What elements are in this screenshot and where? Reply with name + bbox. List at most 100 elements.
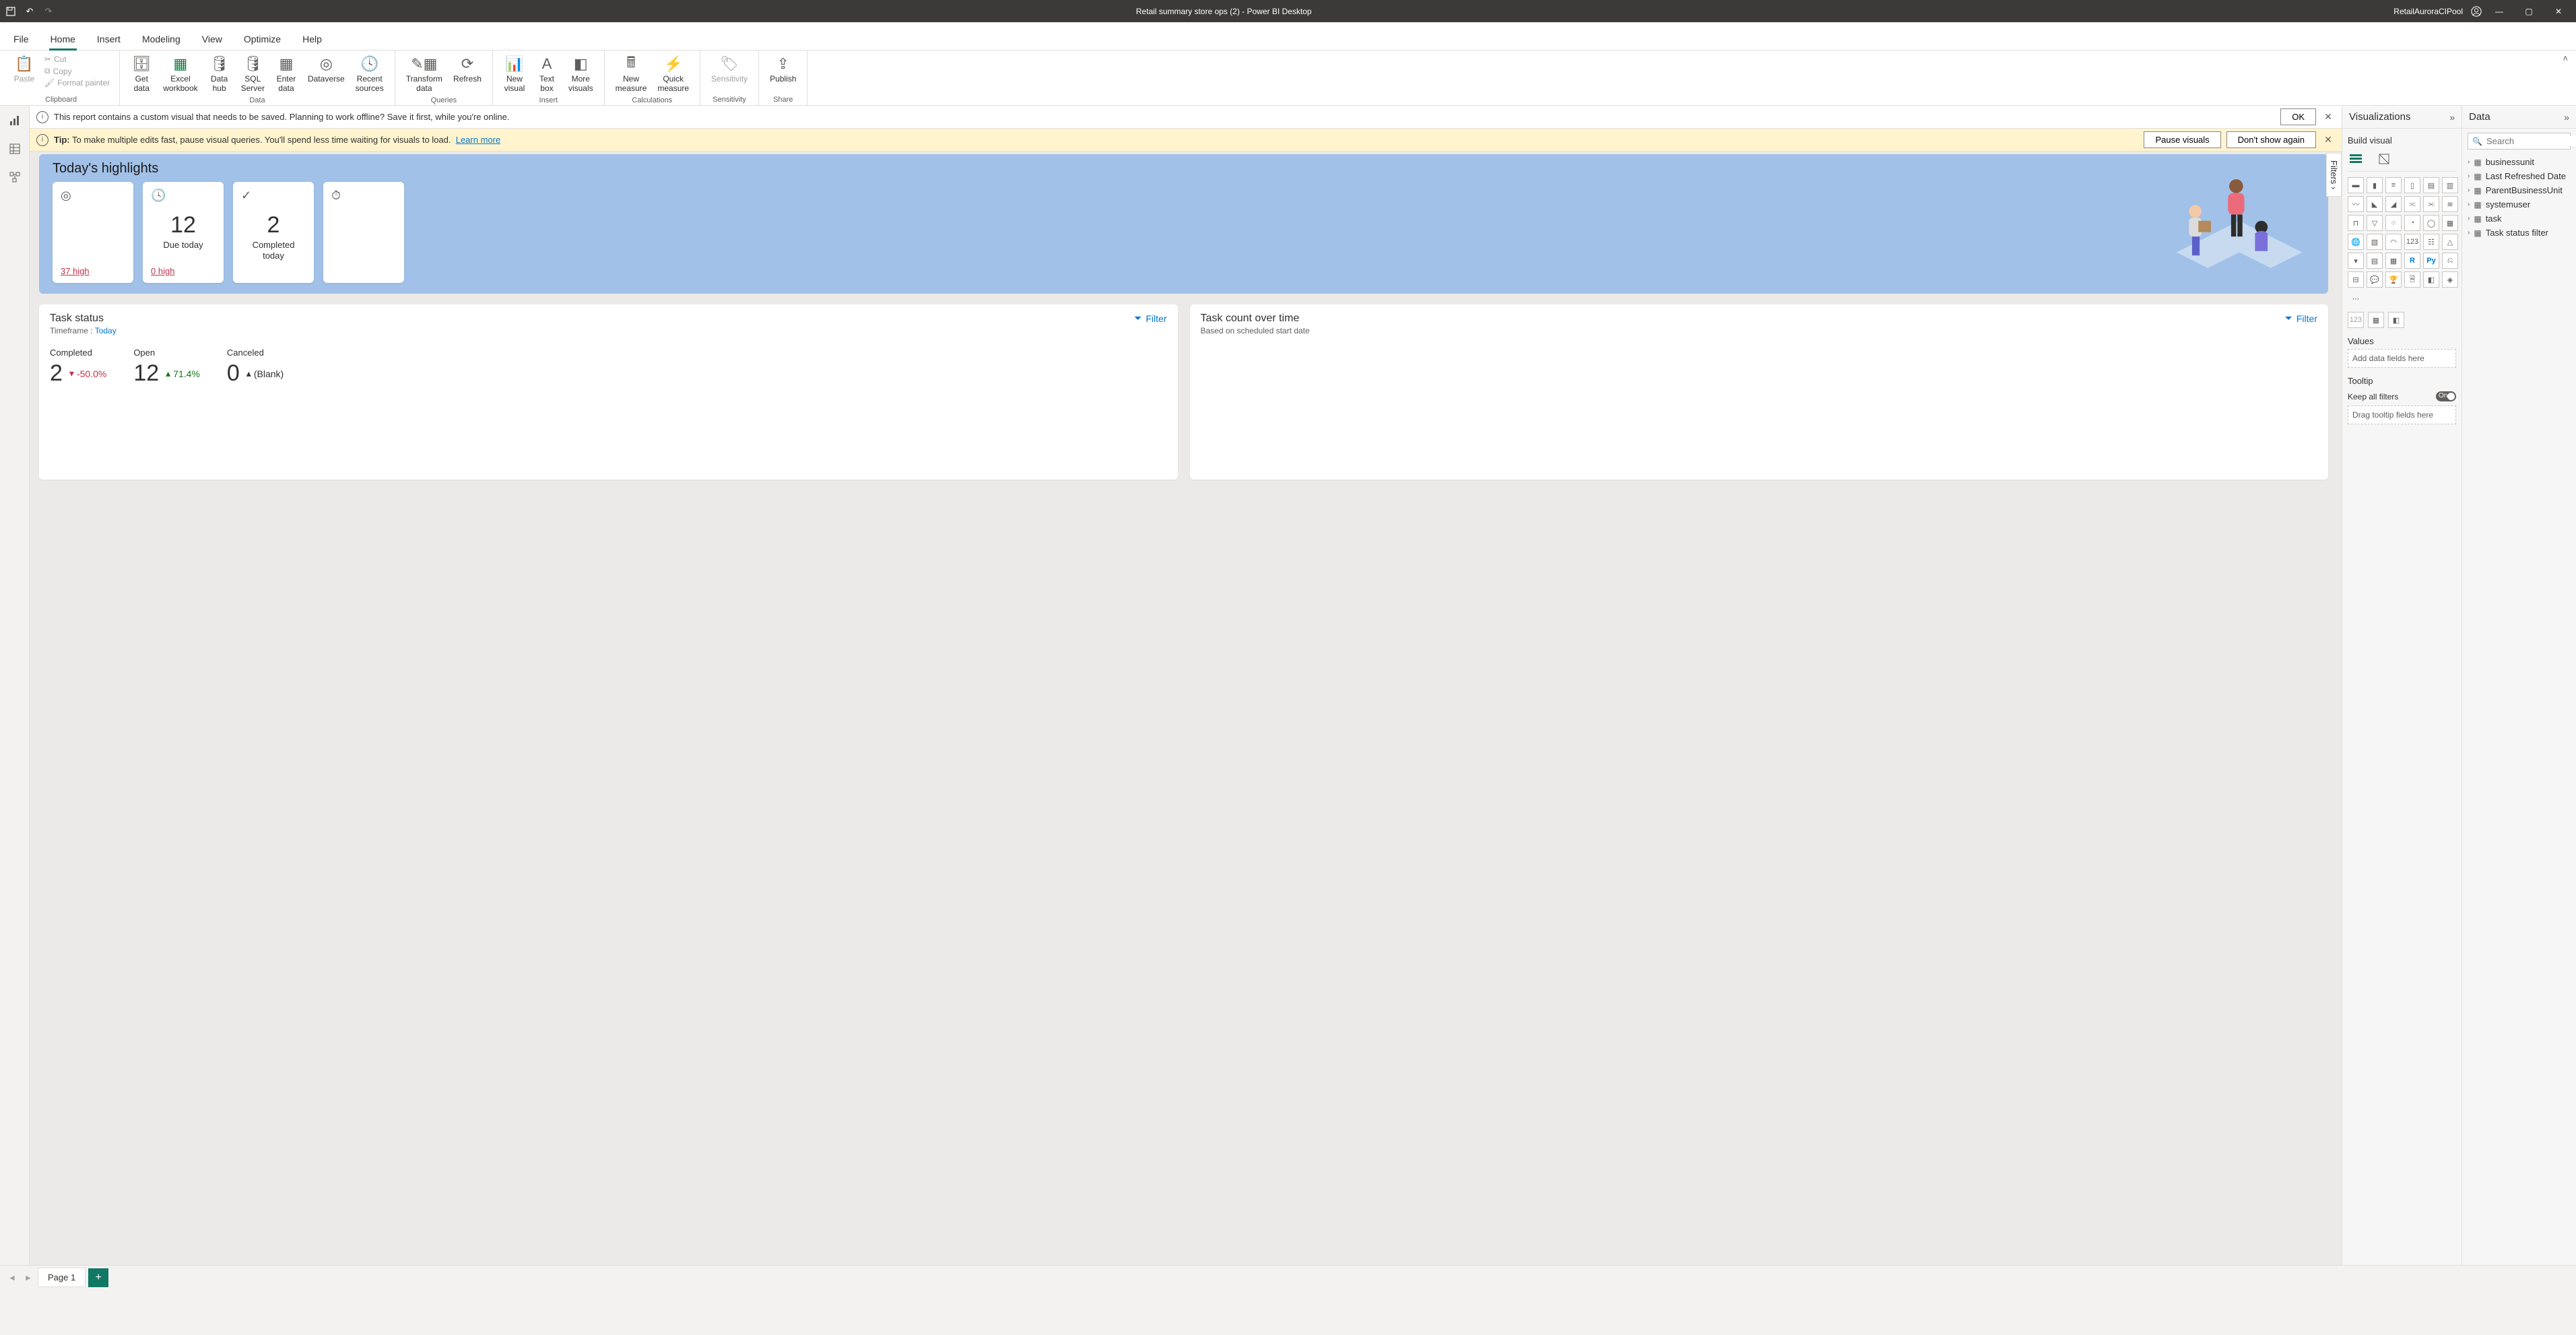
viz-multicard-icon[interactable]: ☷ — [2423, 234, 2439, 250]
data-search-box[interactable]: 🔍 — [2468, 133, 2571, 150]
viz-waterfall-icon[interactable]: ⊓ — [2348, 215, 2364, 231]
tab-view[interactable]: View — [201, 27, 224, 50]
tab-file[interactable]: File — [12, 27, 30, 50]
table-item[interactable]: ›▦Last Refreshed Date — [2468, 169, 2571, 183]
close-tip-icon[interactable]: ✕ — [2321, 134, 2335, 145]
viz-custom1-icon[interactable]: 123 — [2348, 312, 2364, 328]
highlight-card[interactable]: 🕓 12 Due today 0 high — [143, 182, 224, 283]
task-status-filter-button[interactable]: ⏷Filter — [1134, 313, 1166, 324]
pause-visuals-button[interactable]: Pause visuals — [2144, 131, 2220, 148]
viz-line-column-icon[interactable]: ⫗ — [2404, 196, 2420, 212]
user-avatar-icon[interactable] — [2471, 6, 2482, 17]
viz-map-icon[interactable]: 🌐 — [2348, 234, 2364, 250]
viz-line-icon[interactable]: 〰 — [2348, 196, 2364, 212]
highlight-card[interactable]: ⏱ — [323, 182, 404, 283]
viz-keyinfl-icon[interactable]: ⎌ — [2442, 253, 2458, 269]
data-hub-button[interactable]: 🛢Data hub — [205, 53, 234, 95]
tab-modeling[interactable]: Modeling — [141, 27, 182, 50]
report-view-button[interactable] — [4, 110, 26, 131]
viz-filled-map-icon[interactable]: ▧ — [2367, 234, 2383, 250]
viz-app-icon[interactable]: ◧ — [2423, 271, 2439, 288]
add-page-button[interactable]: + — [88, 1268, 108, 1287]
viz-stacked-column-icon[interactable]: ▮ — [2367, 177, 2383, 193]
transform-data-button[interactable]: ✎▦Transform data — [402, 53, 447, 95]
table-item[interactable]: ›▦businessunit — [2468, 155, 2571, 169]
tab-insert[interactable]: Insert — [96, 27, 122, 50]
viz-funnel-icon[interactable]: ▽ — [2367, 215, 2383, 231]
more-visuals-button[interactable]: ◧More visuals — [564, 53, 597, 95]
task-count-filter-button[interactable]: ⏷Filter — [2285, 313, 2317, 324]
format-visual-mode-icon[interactable] — [2376, 151, 2392, 167]
table-item[interactable]: ›▦task — [2468, 211, 2571, 226]
viz-pie-icon[interactable]: ◔ — [2404, 215, 2420, 231]
highlight-foot[interactable]: 0 high — [151, 266, 216, 276]
viz-r-icon[interactable]: R — [2404, 253, 2420, 269]
viz-narrative-icon[interactable]: 🏆 — [2385, 271, 2402, 288]
highlight-foot[interactable]: 37 high — [61, 266, 125, 276]
next-page-button[interactable]: ► — [22, 1273, 35, 1282]
save-icon[interactable] — [5, 6, 16, 17]
collapse-viz-pane-icon[interactable]: » — [2449, 112, 2455, 123]
table-item[interactable]: ›▦ParentBusinessUnit — [2468, 183, 2571, 197]
timeframe-link[interactable]: Today — [95, 326, 117, 335]
viz-custom-icon[interactable]: ◈ — [2442, 271, 2458, 288]
viz-gauge-icon[interactable]: ◠ — [2385, 234, 2402, 250]
viz-ribbon-icon[interactable]: ≋ — [2442, 196, 2458, 212]
new-measure-button[interactable]: 🖩New measure — [612, 53, 651, 95]
learn-more-link[interactable]: Learn more — [456, 135, 500, 145]
filters-pane-toggle[interactable]: Filters › — [2326, 153, 2342, 197]
user-label[interactable]: RetailAuroraCIPool — [2393, 7, 2463, 16]
viz-slicer-icon[interactable]: ▾ — [2348, 253, 2364, 269]
viz-clustered-column-icon[interactable]: ▯ — [2404, 177, 2420, 193]
prev-page-button[interactable]: ◄ — [5, 1273, 19, 1282]
model-view-button[interactable] — [4, 166, 26, 188]
tab-optimize[interactable]: Optimize — [242, 27, 282, 50]
text-box-button[interactable]: AText box — [532, 53, 562, 95]
table-item[interactable]: ›▦Task status filter — [2468, 226, 2571, 240]
viz-stacked-area-icon[interactable]: ◢ — [2385, 196, 2402, 212]
highlight-card[interactable]: ◎ 37 high — [53, 182, 133, 283]
viz-more-icon[interactable]: ⋯ — [2348, 290, 2364, 306]
keep-filters-toggle[interactable]: On — [2436, 391, 2456, 401]
get-data-button[interactable]: 🗄Get data — [127, 53, 156, 95]
tooltip-field-well[interactable]: Drag tooltip fields here — [2348, 405, 2456, 424]
highlight-card[interactable]: ✓ 2 Completed today — [233, 182, 314, 283]
viz-decomp-icon[interactable]: ⊟ — [2348, 271, 2364, 288]
tab-home[interactable]: Home — [49, 27, 77, 50]
refresh-button[interactable]: ⟳Refresh — [449, 53, 486, 86]
collapse-data-pane-icon[interactable]: » — [2564, 112, 2569, 123]
build-visual-mode-icon[interactable] — [2348, 151, 2364, 167]
tab-help[interactable]: Help — [301, 27, 323, 50]
dont-show-again-button[interactable]: Don't show again — [2226, 131, 2316, 148]
viz-stacked-bar-icon[interactable]: ▬ — [2348, 177, 2364, 193]
viz-custom2-icon[interactable]: ▦ — [2368, 312, 2384, 328]
viz-matrix-icon[interactable]: ▦ — [2385, 253, 2402, 269]
redo-icon[interactable]: ↷ — [43, 6, 54, 17]
maximize-button[interactable]: ▢ — [2517, 0, 2541, 22]
viz-custom3-icon[interactable]: ◧ — [2388, 312, 2404, 328]
viz-paginated-icon[interactable]: 🗎 — [2404, 271, 2420, 288]
new-visual-button[interactable]: 📊New visual — [500, 53, 529, 95]
dataverse-button[interactable]: ◎Dataverse — [304, 53, 349, 86]
viz-scatter-icon[interactable]: ⁘ — [2385, 215, 2402, 231]
close-warning-icon[interactable]: ✕ — [2321, 111, 2335, 123]
undo-icon[interactable]: ↶ — [24, 6, 35, 17]
task-status-card[interactable]: Task status Timeframe : Today ⏷Filter Co… — [39, 304, 1178, 480]
data-view-button[interactable] — [4, 138, 26, 160]
ribbon-collapse-button[interactable]: ˄ — [2557, 51, 2573, 105]
enter-data-button[interactable]: ▦Enter data — [271, 53, 301, 95]
viz-qna-icon[interactable]: 💬 — [2367, 271, 2383, 288]
viz-clustered-bar-icon[interactable]: ≡ — [2385, 177, 2402, 193]
viz-line-clustered-icon[interactable]: ⫘ — [2423, 196, 2439, 212]
viz-python-icon[interactable]: Py — [2423, 253, 2439, 269]
minimize-button[interactable]: — — [2487, 0, 2511, 22]
table-item[interactable]: ›▦systemuser — [2468, 197, 2571, 211]
viz-100-column-icon[interactable]: ▥ — [2442, 177, 2458, 193]
page-tab[interactable]: Page 1 — [38, 1268, 86, 1287]
sql-server-button[interactable]: 🛢SQL Server — [237, 53, 269, 95]
viz-table-icon[interactable]: ▤ — [2367, 253, 2383, 269]
excel-workbook-button[interactable]: ▦Excel workbook — [159, 53, 201, 95]
close-button[interactable]: ✕ — [2546, 0, 2571, 22]
viz-card-icon[interactable]: 123 — [2404, 234, 2420, 250]
viz-donut-icon[interactable]: ◯ — [2423, 215, 2439, 231]
